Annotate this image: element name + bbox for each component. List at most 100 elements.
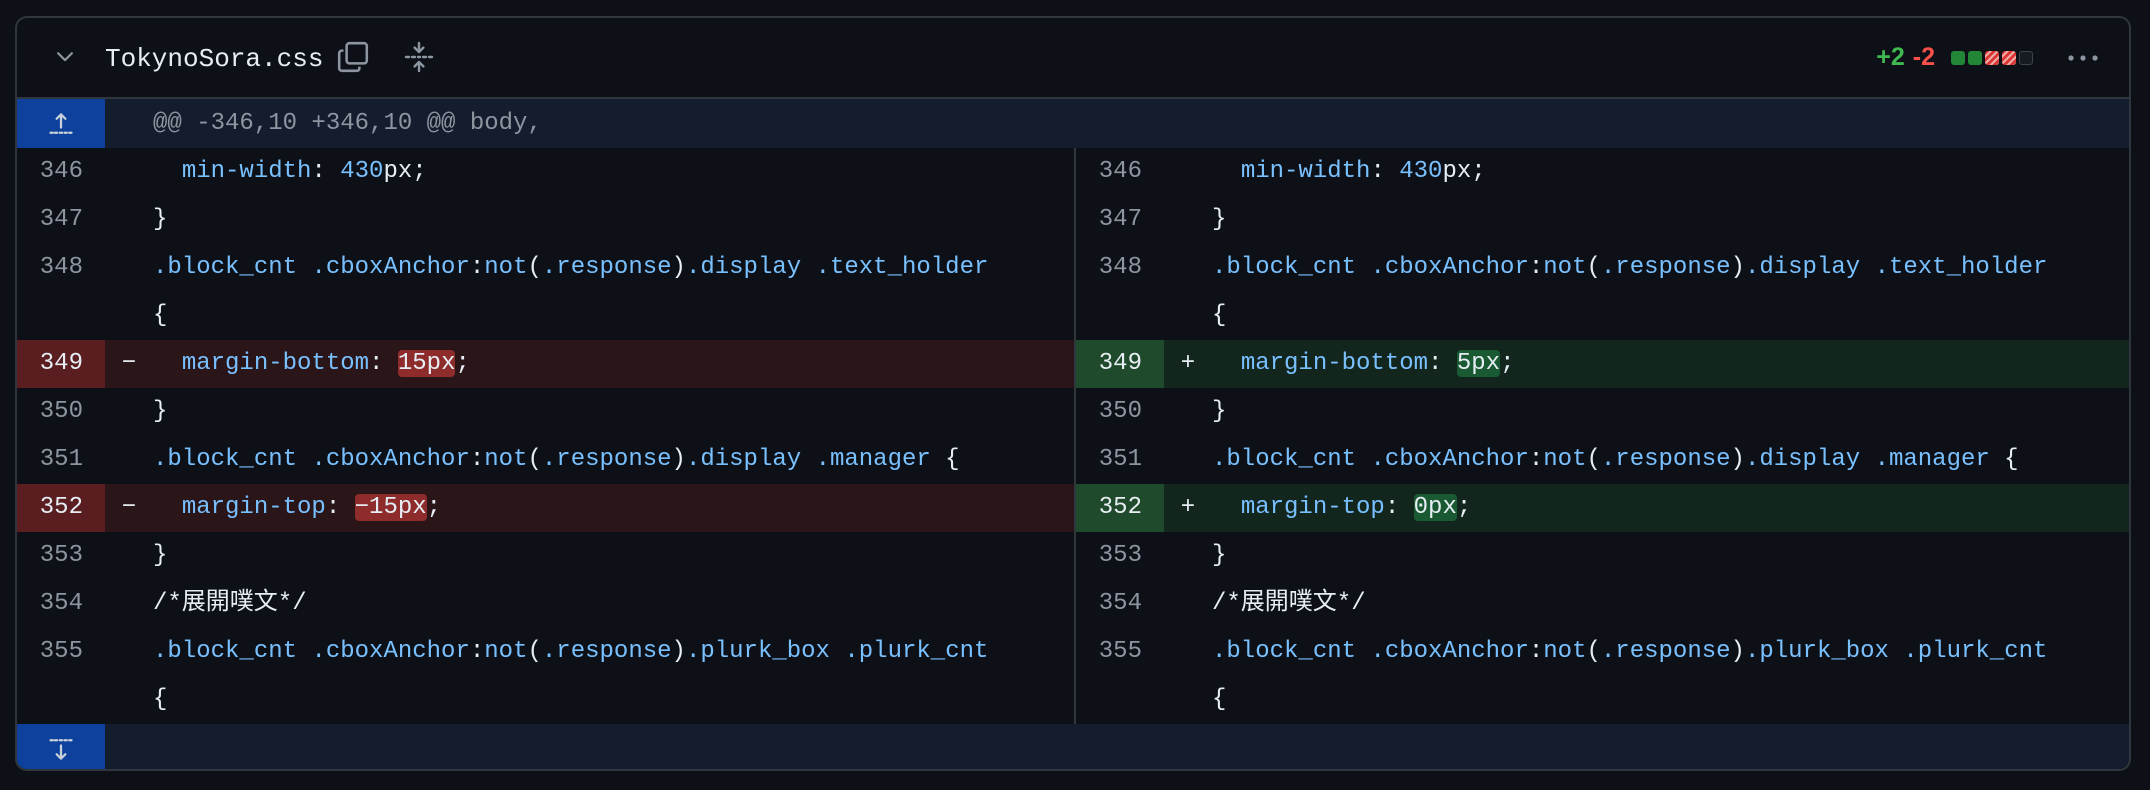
code-token: 15px: [397, 350, 456, 377]
diff-marker: [105, 436, 153, 484]
code-token: :: [369, 350, 398, 377]
code-text: .block_cnt .cboxAnchor:not(.response).pl…: [153, 628, 1074, 676]
code-token: .response: [541, 254, 672, 281]
code-token: .manager: [815, 446, 931, 473]
diff-marker: [105, 388, 153, 436]
deletions-count: -2: [1912, 43, 1935, 71]
code-token: /*展開噗文*/: [153, 590, 307, 617]
code-token: :: [1428, 350, 1457, 377]
line-number[interactable]: 348: [1076, 244, 1164, 292]
diff-marker: [1164, 388, 1212, 436]
diff-marker: [105, 532, 153, 580]
code-token: ): [1730, 446, 1745, 473]
right-pane: 346 min-width: 430px; 347} 348 .block_cnt .…: [1076, 148, 2129, 724]
code-token: ;: [426, 494, 442, 521]
diff-marker: [1164, 436, 1212, 484]
code-token: .response: [1600, 254, 1731, 281]
line-number[interactable]: 347: [1076, 196, 1164, 244]
line-number[interactable]: 353: [17, 532, 105, 580]
line-number[interactable]: 347: [17, 196, 105, 244]
diff-marker: [105, 244, 153, 292]
code-token: (: [1586, 638, 1601, 665]
diff-marker: [1164, 532, 1212, 580]
line-number[interactable]: 351: [1076, 436, 1164, 484]
code-token: .block_cnt: [153, 254, 298, 281]
code-token: {: [153, 686, 168, 713]
code-token: .response: [541, 446, 672, 473]
diff-line: 352 + margin-top: 0px;: [1076, 484, 2129, 532]
line-number[interactable]: 353: [1076, 532, 1164, 580]
code-text: min-width: 430px;: [153, 148, 1074, 196]
copy-icon[interactable]: [335, 39, 371, 75]
kebab-horizontal-icon[interactable]: [2063, 40, 2103, 76]
code-token: .display: [685, 254, 802, 281]
line-number[interactable]: 355: [17, 628, 105, 676]
code-token: .cboxAnchor: [311, 638, 470, 665]
line-number[interactable]: 349: [17, 340, 105, 388]
diff-line: 347}: [1076, 196, 2129, 244]
diff-line: 347}: [17, 196, 1074, 244]
line-number[interactable]: 352: [17, 484, 105, 532]
code-text: margin-top: −15px;: [153, 484, 1074, 532]
diff-marker: [1164, 580, 1212, 628]
line-number[interactable]: 355: [1076, 628, 1164, 676]
code-token: margin-top: [1240, 494, 1385, 521]
code-token: ;: [1500, 350, 1515, 377]
code-token: }: [1212, 542, 1227, 569]
diff-marker: [1164, 244, 1212, 292]
code-token: .response: [1600, 446, 1731, 473]
line-number[interactable]: 354: [17, 580, 105, 628]
code-token: 5px: [1456, 350, 1501, 377]
line-number[interactable]: 346: [1076, 148, 1164, 196]
code-token: .block_cnt: [1212, 254, 1357, 281]
chevron-down-icon[interactable]: [50, 41, 80, 71]
line-number[interactable]: 352: [1076, 484, 1164, 532]
line-number[interactable]: 351: [17, 436, 105, 484]
code-text: min-width: 430px;: [1212, 148, 2129, 196]
code-token: :: [1384, 494, 1414, 521]
code-text: /*展開噗文*/: [153, 580, 1074, 628]
line-number[interactable]: 349: [1076, 340, 1164, 388]
line-number[interactable]: 346: [17, 148, 105, 196]
code-token: not: [484, 638, 528, 665]
code-token: ): [1730, 254, 1745, 281]
code-token: {: [1212, 686, 1227, 713]
code-token: .block_cnt: [153, 638, 298, 665]
code-token: {: [930, 446, 960, 473]
expand-down-icon[interactable]: [17, 724, 105, 769]
code-token: ): [671, 254, 686, 281]
diff-line: 351 .block_cnt .cboxAnchor:not(.response)…: [17, 436, 1074, 484]
line-number[interactable]: 354: [1076, 580, 1164, 628]
code-text: .block_cnt .cboxAnchor:not(.response).di…: [1212, 436, 2129, 484]
diffstat-block-add: [1951, 50, 1965, 65]
line-number[interactable]: [17, 676, 105, 724]
expand-up-icon[interactable]: [17, 99, 105, 148]
diff-line: 355 .block_cnt .cboxAnchor:not(.response)…: [1076, 628, 2129, 676]
line-number[interactable]: [1076, 292, 1164, 340]
diff-line: 349 + margin-bottom: 5px;: [1076, 340, 2129, 388]
hunk-header-row: @@ -346,10 +346,10 @@ body,: [17, 99, 2129, 148]
diff-line: 348 .block_cnt .cboxAnchor:not(.response)…: [1076, 244, 2129, 292]
code-token: min-width: [181, 158, 312, 185]
code-text: }: [1212, 532, 2129, 580]
code-token: .response: [1600, 638, 1731, 665]
code-text: {: [153, 292, 1074, 340]
line-number[interactable]: [17, 292, 105, 340]
line-number[interactable]: 350: [1076, 388, 1164, 436]
unfold-icon[interactable]: [401, 39, 437, 75]
line-number[interactable]: [1076, 676, 1164, 724]
line-number[interactable]: 348: [17, 244, 105, 292]
line-number[interactable]: 350: [17, 388, 105, 436]
diff-marker: [1164, 676, 1212, 724]
code-token: {: [153, 302, 168, 329]
code-token: not: [1543, 446, 1587, 473]
file-name[interactable]: TokynoSora.css: [105, 41, 323, 77]
